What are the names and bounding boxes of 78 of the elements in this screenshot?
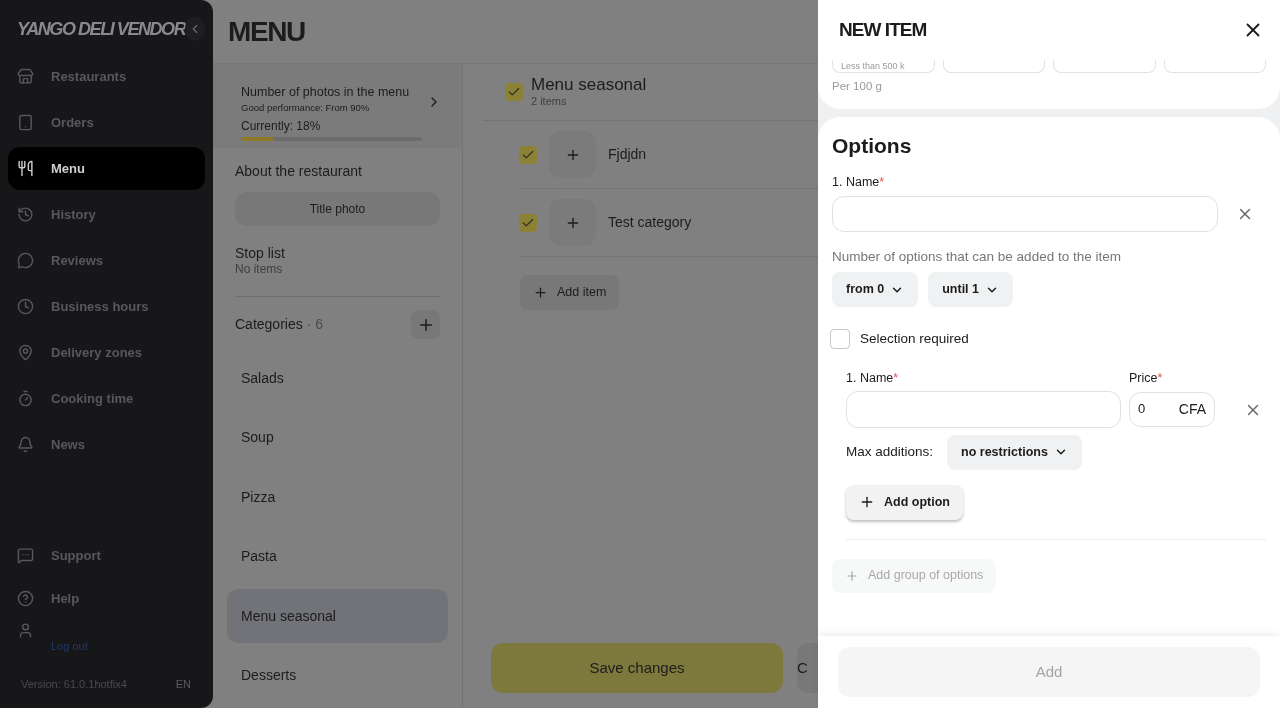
stopwatch-icon	[17, 390, 34, 407]
plus-icon	[845, 568, 859, 583]
logo: YANGO DELI VENDOR	[17, 17, 186, 41]
item-name: Test category	[608, 213, 692, 232]
category-item[interactable]: Soup	[227, 410, 448, 465]
price-input[interactable]: 0 CFA	[1129, 391, 1215, 427]
title-photo-button[interactable]: Title photo	[235, 192, 440, 226]
checkbox[interactable]	[505, 83, 523, 101]
max-additions-dropdown[interactable]: no restrictions	[947, 434, 1082, 470]
panel-title: NEW ITEM	[839, 17, 927, 42]
add-item-button[interactable]: Add item	[520, 275, 620, 310]
nutrition-field[interactable]	[942, 60, 1045, 73]
help-icon	[17, 590, 34, 607]
nav-item[interactable]: Delivery zones	[8, 331, 205, 374]
nutrition-field[interactable]	[1163, 60, 1266, 73]
field-label: Number of options that can be added to the item	[832, 248, 1122, 267]
plus-icon	[533, 285, 548, 300]
category-item[interactable]: Menu seasonal	[227, 589, 448, 643]
section-title: Stop list	[235, 245, 286, 261]
nav-item[interactable]: Business hours	[8, 285, 205, 328]
field-label: 1. Name*	[832, 174, 886, 191]
name-input[interactable]	[832, 196, 1218, 233]
add-option-button[interactable]: Add option	[846, 484, 963, 520]
nav-item[interactable]: Menu	[8, 147, 205, 190]
from-dropdown[interactable]: from 0	[832, 272, 919, 308]
category-item[interactable]: Pasta	[227, 529, 448, 584]
chat-icon	[17, 547, 34, 564]
nutrition-field[interactable]: Less than 500 k	[832, 60, 935, 73]
price-value: 0	[1138, 400, 1146, 419]
fork-knife-icon	[17, 160, 34, 177]
category-item[interactable]: Salads	[227, 351, 448, 405]
nav-item[interactable]: Help	[8, 577, 205, 620]
section-title: About the restaurant	[235, 163, 363, 179]
map-pin-icon	[17, 344, 34, 361]
currency-label: CFA	[1178, 399, 1206, 419]
checkbox[interactable]	[519, 213, 537, 232]
save-button[interactable]: Save changes	[491, 643, 783, 693]
nav-item[interactable]: Restaurants	[8, 55, 205, 98]
option-name-input[interactable]	[846, 390, 1121, 428]
nutrition-field[interactable]	[1053, 60, 1156, 73]
field-label: 1. Name*	[846, 369, 900, 386]
card-title: Number of photos in the menu	[241, 84, 411, 100]
clock-icon	[17, 298, 34, 315]
language-button[interactable]: EN	[175, 675, 191, 693]
chat-bubble-icon	[17, 252, 34, 269]
plus-icon	[859, 494, 875, 510]
checkbox[interactable]	[519, 145, 537, 164]
add-category-button[interactable]	[411, 310, 440, 339]
field-label: Price*	[1129, 369, 1164, 386]
user-icon	[17, 622, 34, 639]
nav-item[interactable]: Orders	[8, 101, 205, 144]
field-hint: Per 100 g	[832, 79, 883, 94]
category-item[interactable]: Desserts	[227, 648, 448, 703]
card-subtitle: Good performance: From 90%	[241, 100, 371, 115]
nav-item[interactable]: Support	[8, 534, 205, 577]
nav-item[interactable]: History	[8, 193, 205, 236]
until-dropdown[interactable]: until 1	[928, 272, 1013, 308]
category-title: Menu seasonal	[531, 75, 647, 95]
store-icon	[17, 68, 34, 85]
collapse-button[interactable]	[185, 17, 205, 41]
page-title: MENU	[228, 14, 305, 49]
nav-item[interactable]: News	[8, 423, 205, 466]
section-subtitle: No items	[235, 261, 284, 277]
item-count: 2 items	[531, 95, 568, 107]
current-value: Currently: 18%	[241, 118, 322, 134]
section-title: Options	[832, 133, 913, 160]
nav-item[interactable]: Cooking time	[8, 377, 205, 420]
checkbox[interactable]	[830, 329, 850, 350]
field-label: Max additions:	[846, 442, 934, 461]
category-item[interactable]: Pizza	[227, 470, 448, 524]
checkbox-label: Selection required	[860, 330, 969, 349]
history-icon	[17, 206, 34, 223]
check-icon	[507, 85, 521, 99]
nav-item[interactable]: Reviews	[8, 239, 205, 282]
item-name: Fjdjdn	[608, 145, 647, 164]
tablet-icon	[17, 114, 34, 131]
photos-card[interactable]: Number of photos in the menu Good performance: From 90% Currently: 18%	[213, 64, 462, 148]
bell-icon	[17, 436, 34, 453]
